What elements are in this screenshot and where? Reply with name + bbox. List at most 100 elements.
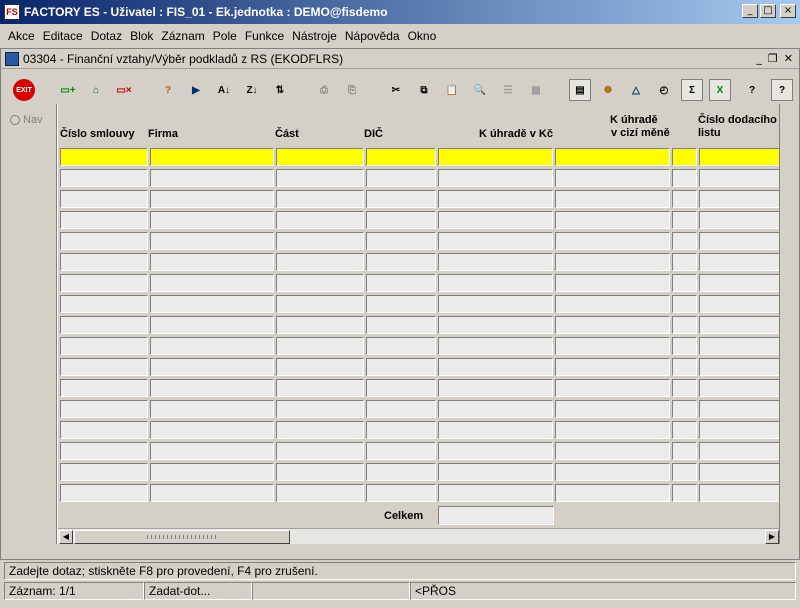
grid-cell[interactable]	[366, 190, 436, 208]
scroll-left-icon[interactable]: ◀	[59, 530, 73, 544]
grid-cell[interactable]	[366, 421, 436, 439]
grid-cell[interactable]	[438, 400, 553, 418]
grid-cell[interactable]	[276, 274, 364, 292]
grid-cell[interactable]	[555, 442, 670, 460]
grid-cell[interactable]	[672, 169, 697, 187]
query-icon[interactable]: ?	[157, 79, 179, 101]
grid-cell[interactable]	[555, 463, 670, 481]
grid-cell[interactable]	[150, 442, 274, 460]
grid-cell[interactable]	[672, 148, 697, 166]
grid-cell[interactable]	[276, 169, 364, 187]
grid-cell[interactable]	[150, 337, 274, 355]
grid-cell[interactable]	[672, 442, 697, 460]
grid-cell[interactable]	[699, 295, 779, 313]
grid-cell[interactable]	[555, 484, 670, 502]
grid-cell[interactable]	[366, 232, 436, 250]
scroll-thumb[interactable]	[74, 530, 290, 544]
grid-cell[interactable]	[150, 169, 274, 187]
grid-cell[interactable]	[276, 211, 364, 229]
grid-cell[interactable]	[438, 211, 553, 229]
grid-cell[interactable]	[60, 484, 148, 502]
grid-cell[interactable]	[60, 442, 148, 460]
grid-cell[interactable]	[366, 463, 436, 481]
grid-cell[interactable]	[555, 190, 670, 208]
grid-cell[interactable]	[672, 463, 697, 481]
grid-cell[interactable]	[366, 274, 436, 292]
menu-napoveda[interactable]: Nápověda	[341, 29, 404, 43]
form-minimize-button[interactable]: _	[756, 52, 762, 65]
grid-cell[interactable]	[438, 232, 553, 250]
grid-cell[interactable]	[672, 421, 697, 439]
zoom-icon[interactable]: 🔍	[469, 79, 491, 101]
grid-cell[interactable]	[699, 253, 779, 271]
grid-cell[interactable]	[60, 316, 148, 334]
grid-cell[interactable]	[366, 253, 436, 271]
grid-cell[interactable]	[438, 421, 553, 439]
grid-cell[interactable]	[366, 169, 436, 187]
maximize-button[interactable]: □	[760, 4, 776, 18]
grid-cell[interactable]	[438, 148, 553, 166]
grid-cell[interactable]	[699, 400, 779, 418]
grid-cell[interactable]	[150, 232, 274, 250]
grid-cell[interactable]	[672, 379, 697, 397]
form-title-bar[interactable]: 03304 - Finanční vztahy/Výběr podkladů z…	[1, 49, 799, 69]
grid-cell[interactable]	[60, 190, 148, 208]
grid-cell[interactable]	[699, 337, 779, 355]
grid-cell[interactable]	[366, 211, 436, 229]
grid-cell[interactable]	[672, 253, 697, 271]
grid-cell[interactable]	[555, 337, 670, 355]
grid-cell[interactable]	[150, 295, 274, 313]
grid-cell[interactable]	[60, 232, 148, 250]
grid-cell[interactable]	[150, 253, 274, 271]
grid-cell[interactable]	[60, 169, 148, 187]
grid-cell[interactable]	[672, 400, 697, 418]
grid-cell[interactable]	[276, 442, 364, 460]
grid-cell[interactable]	[672, 232, 697, 250]
sort-desc-icon[interactable]: Z↓	[241, 79, 263, 101]
grid-cell[interactable]	[438, 442, 553, 460]
grid-cell[interactable]	[672, 316, 697, 334]
grid-cell[interactable]	[438, 337, 553, 355]
grid-cell[interactable]	[672, 211, 697, 229]
grid-cell[interactable]	[366, 484, 436, 502]
grid-cell[interactable]	[366, 316, 436, 334]
grid-cell[interactable]	[555, 232, 670, 250]
grid-cell[interactable]	[276, 379, 364, 397]
grid-cell[interactable]	[276, 421, 364, 439]
clock-icon[interactable]: ◴	[653, 79, 675, 101]
close-button[interactable]: ×	[780, 4, 796, 18]
grid-cell[interactable]	[276, 463, 364, 481]
menu-akce[interactable]: Akce	[4, 29, 39, 43]
grid-cell[interactable]	[699, 169, 779, 187]
grid-cell[interactable]	[555, 316, 670, 334]
grid-cell[interactable]	[672, 484, 697, 502]
wheel-icon[interactable]: ☸	[597, 79, 619, 101]
grid-cell[interactable]	[60, 274, 148, 292]
grid-cell[interactable]	[555, 274, 670, 292]
sort-asc-icon[interactable]: A↓	[213, 79, 235, 101]
grid-cell[interactable]	[555, 148, 670, 166]
grid-cell[interactable]	[699, 442, 779, 460]
grid-cell[interactable]	[366, 379, 436, 397]
grid-cell[interactable]	[438, 379, 553, 397]
grid-cell[interactable]	[60, 400, 148, 418]
grid-cell[interactable]	[276, 253, 364, 271]
grid-cell[interactable]	[555, 295, 670, 313]
grid-cell[interactable]	[150, 463, 274, 481]
form-restore-button[interactable]: ❐	[768, 52, 778, 65]
grid-cell[interactable]	[699, 232, 779, 250]
grid-icon[interactable]: ▦	[525, 79, 547, 101]
grid-cell[interactable]	[60, 211, 148, 229]
scroll-right-icon[interactable]: ▶	[765, 530, 779, 544]
grid-cell[interactable]	[276, 190, 364, 208]
grid-cell[interactable]	[438, 253, 553, 271]
grid-cell[interactable]	[60, 295, 148, 313]
grid-cell[interactable]	[150, 400, 274, 418]
menu-dotaz[interactable]: Dotaz	[87, 29, 126, 43]
minimize-button[interactable]: _	[742, 4, 758, 18]
grid-cell[interactable]	[150, 379, 274, 397]
grid-cell[interactable]	[276, 337, 364, 355]
execute-query-icon[interactable]: ▶	[185, 79, 207, 101]
grid-cell[interactable]	[150, 421, 274, 439]
print-icon[interactable]: ⎙	[313, 79, 335, 101]
